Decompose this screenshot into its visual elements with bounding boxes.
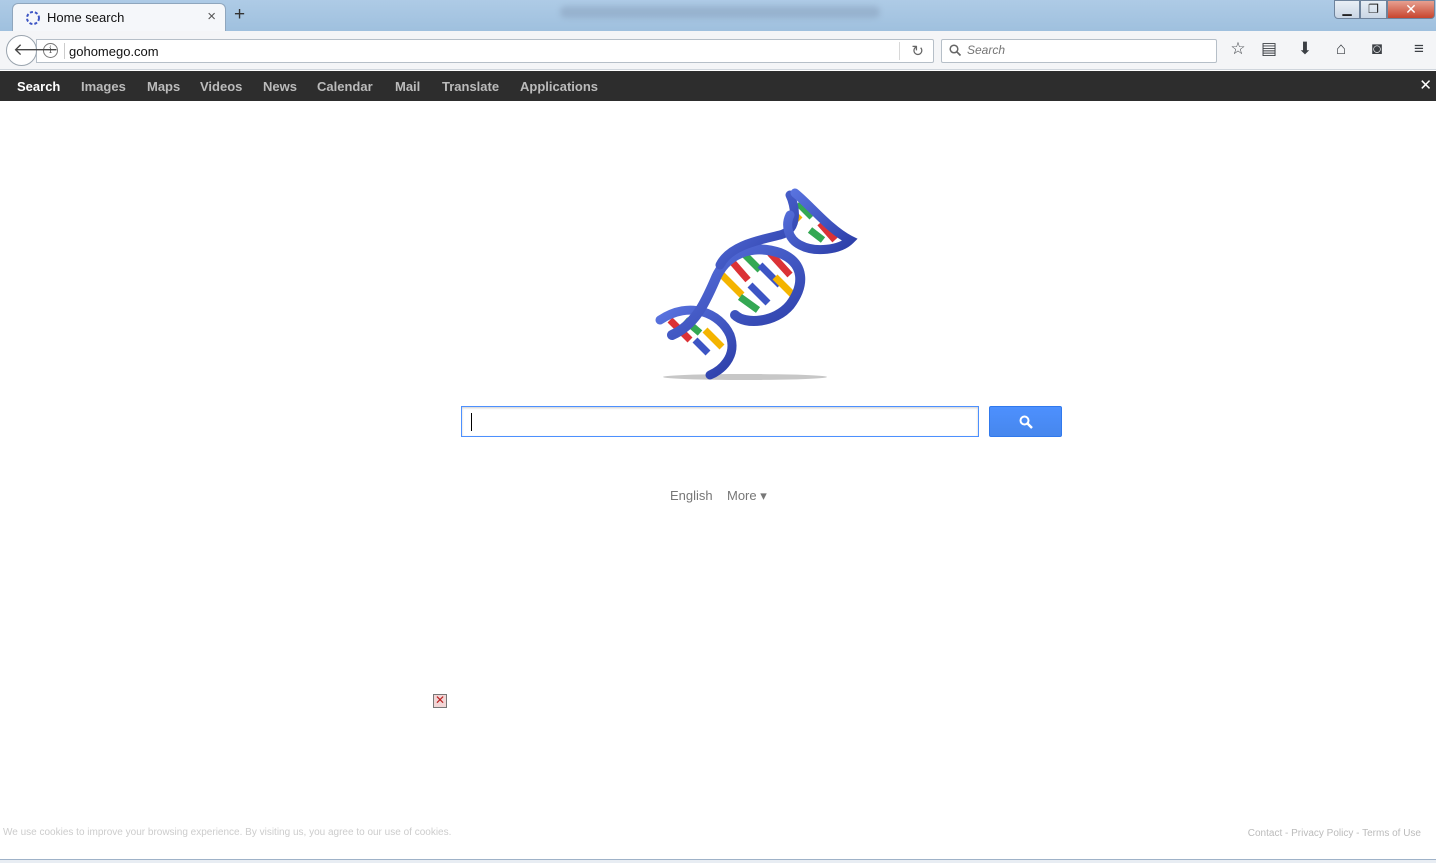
- nav-search[interactable]: Search: [17, 79, 60, 94]
- divider: [899, 42, 900, 60]
- taskbar-edge: [0, 859, 1436, 863]
- new-tab-button[interactable]: +: [234, 4, 245, 26]
- nav-maps[interactable]: Maps: [147, 79, 180, 94]
- browser-search-input[interactable]: [967, 43, 1207, 57]
- nav-news[interactable]: News: [263, 79, 297, 94]
- nav-calendar[interactable]: Calendar: [317, 79, 373, 94]
- footer-links: Contact - Privacy Policy - Terms of Use: [1247, 828, 1421, 839]
- nav-applications[interactable]: Applications: [520, 79, 598, 94]
- browser-tab[interactable]: Home search ×: [12, 3, 226, 32]
- reload-icon[interactable]: ↻: [911, 42, 924, 60]
- back-arrow-icon: 🡐: [13, 40, 59, 59]
- navigation-toolbar: i gohomego.com ↻ 🡐 ☆ ▤ ⬇ ⌂ ◙ ≡: [0, 31, 1436, 70]
- browser-search-box[interactable]: [941, 39, 1217, 63]
- divider: [64, 43, 65, 59]
- terms-of-use-link[interactable]: Terms of Use: [1362, 828, 1421, 839]
- window-title: [560, 6, 880, 18]
- tab-close-icon[interactable]: ×: [207, 8, 216, 25]
- search-icon: [1019, 415, 1033, 429]
- broken-image-icon: ✕: [433, 693, 447, 708]
- back-button[interactable]: 🡐: [6, 35, 59, 66]
- dna-favicon-icon: [26, 11, 40, 25]
- main-search-box[interactable]: [461, 406, 979, 437]
- minimize-button[interactable]: ▁: [1334, 0, 1360, 19]
- nav-translate[interactable]: Translate: [442, 79, 499, 94]
- title-bar: Home search × + ▁ ❐ ✕: [0, 0, 1436, 32]
- text-caret: [471, 413, 472, 431]
- reading-list-icon[interactable]: ▤: [1257, 39, 1281, 61]
- contact-link[interactable]: Contact: [1248, 828, 1282, 839]
- search-icon: [949, 44, 961, 56]
- language-english-link[interactable]: English: [670, 488, 713, 503]
- privacy-policy-link[interactable]: Privacy Policy: [1291, 828, 1353, 839]
- site-navigation: Search Images Maps Videos News Calendar …: [0, 71, 1436, 101]
- cookie-notice: We use cookies to improve your browsing …: [3, 827, 452, 838]
- menu-icon[interactable]: ≡: [1407, 39, 1431, 61]
- maximize-button[interactable]: ❐: [1360, 0, 1387, 19]
- main-search-input[interactable]: [462, 407, 978, 436]
- dna-logo: [655, 188, 858, 380]
- pocket-icon[interactable]: ◙: [1365, 39, 1389, 61]
- bookmark-star-icon[interactable]: ☆: [1226, 39, 1250, 61]
- tab-title: Home search: [47, 10, 125, 25]
- home-icon[interactable]: ⌂: [1329, 39, 1353, 61]
- nav-close-icon[interactable]: ✕: [1419, 76, 1432, 94]
- address-bar[interactable]: i gohomego.com ↻: [36, 39, 934, 63]
- url-text[interactable]: gohomego.com: [69, 44, 159, 59]
- search-button[interactable]: [989, 406, 1062, 437]
- nav-videos[interactable]: Videos: [200, 79, 242, 94]
- nav-images[interactable]: Images: [81, 79, 126, 94]
- more-languages-link[interactable]: More ▾: [727, 488, 767, 504]
- close-window-button[interactable]: ✕: [1387, 0, 1435, 19]
- downloads-icon[interactable]: ⬇: [1293, 39, 1317, 61]
- nav-mail[interactable]: Mail: [395, 79, 420, 94]
